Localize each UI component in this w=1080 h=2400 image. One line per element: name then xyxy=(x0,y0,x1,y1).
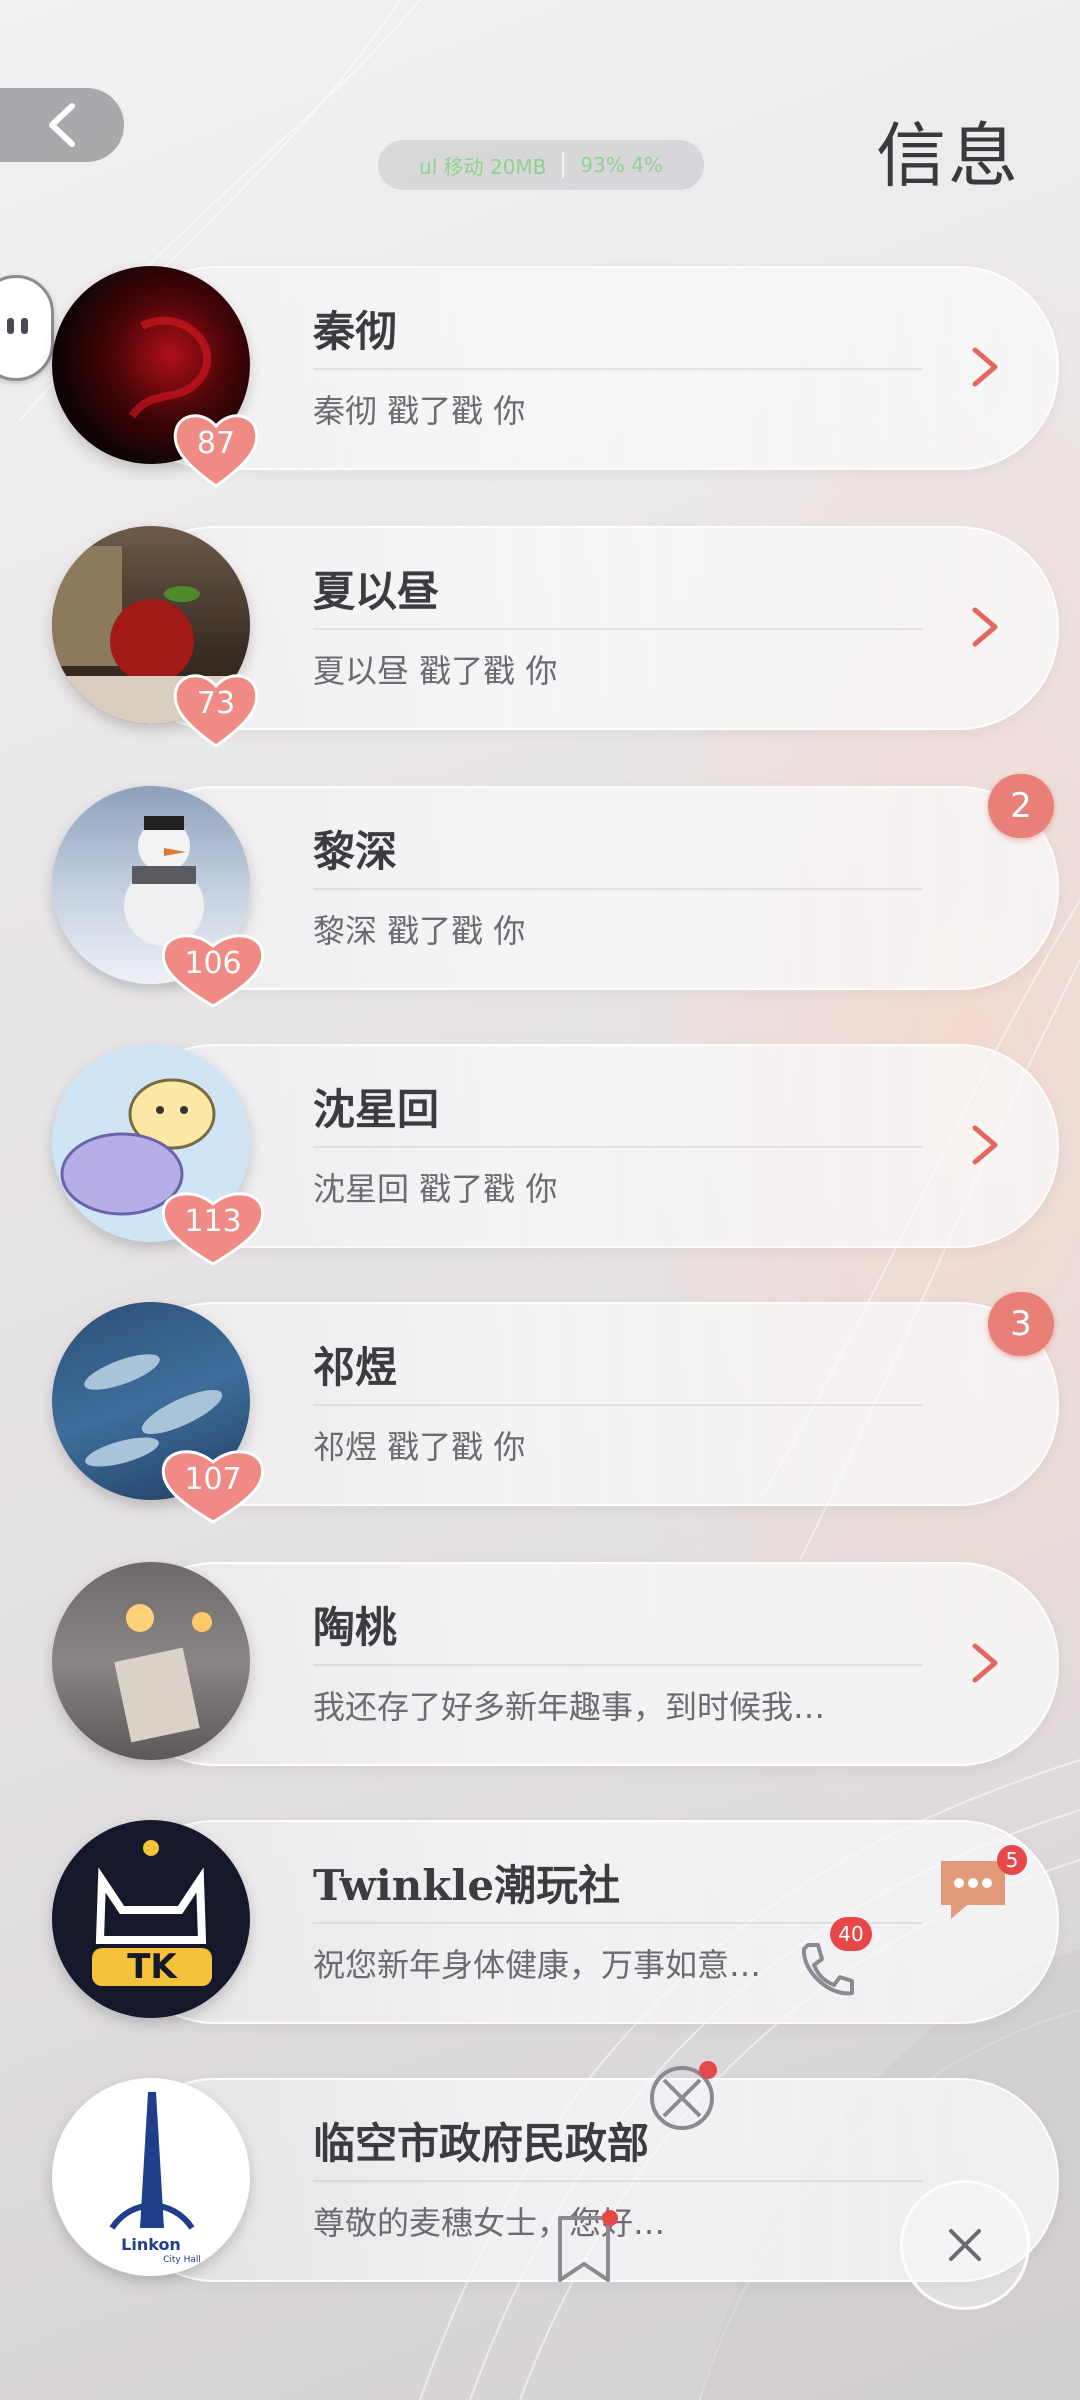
contact-name: 沈星回 xyxy=(313,1085,440,1134)
affinity-value: 87 xyxy=(196,426,236,461)
affinity-value: 73 xyxy=(196,686,236,721)
back-button[interactable] xyxy=(0,88,124,162)
contact-name: 秦彻 xyxy=(313,307,398,356)
side-drawer-handle[interactable] xyxy=(0,275,54,381)
affinity-value: 113 xyxy=(184,1204,242,1239)
conversation-row-twinkle[interactable]: Twinkle潮玩社 祝您新年身体健康，万事如意… xyxy=(115,1820,1059,2024)
message-preview: 黎深 戳了戳 你 xyxy=(313,912,526,950)
contact-name: 临空市政府民政部 xyxy=(313,2119,650,2168)
call-button[interactable]: 40 xyxy=(790,1917,872,2005)
chevron-right-icon xyxy=(972,1125,998,1165)
affinity-heart: 113 xyxy=(158,1188,268,1268)
moments-button[interactable] xyxy=(648,2060,720,2132)
chevron-right-icon xyxy=(972,607,998,647)
linkon-logo-text: Linkon xyxy=(121,2235,181,2254)
unread-badge: 2 xyxy=(988,774,1054,838)
close-menu-button[interactable] xyxy=(900,2180,1030,2310)
contact-name: Twinkle潮玩社 xyxy=(313,1861,621,1910)
avatar[interactable]: Linkon City Hall xyxy=(52,2078,250,2276)
bookmark-button[interactable] xyxy=(552,2210,622,2286)
contact-name: 夏以昼 xyxy=(313,567,440,616)
status-right: 93% 4% xyxy=(580,153,663,177)
svg-text:TK: TK xyxy=(127,1947,178,1987)
message-preview: 我还存了好多新年趣事，到时候我… xyxy=(313,1688,826,1726)
call-badge: 40 xyxy=(830,1917,872,1951)
aperture-icon xyxy=(650,2061,717,2130)
contact-name: 陶桃 xyxy=(313,1603,398,1652)
message-preview: 沈星回 戳了戳 你 xyxy=(313,1170,558,1208)
avatar[interactable]: TK xyxy=(52,1820,250,2018)
bookmark-icon xyxy=(558,2210,618,2282)
chevron-right-icon xyxy=(972,347,998,387)
affinity-heart: 106 xyxy=(158,930,268,1010)
conversation-row-taotao[interactable]: 陶桃 我还存了好多新年趣事，到时候我… xyxy=(115,1562,1059,1766)
chevron-right-icon xyxy=(972,1643,998,1683)
affinity-heart: 87 xyxy=(172,410,260,490)
chat-button[interactable]: 5 xyxy=(935,1845,1027,1925)
contact-name: 祁煜 xyxy=(313,1343,398,1392)
contact-name: 黎深 xyxy=(313,827,398,876)
affinity-heart: 73 xyxy=(172,670,260,750)
message-preview: 夏以昼 戳了戳 你 xyxy=(313,652,558,690)
message-preview: 祁煜 戳了戳 你 xyxy=(313,1428,526,1466)
message-preview: 祝您新年身体健康，万事如意… xyxy=(313,1946,762,1984)
affinity-heart: 107 xyxy=(158,1446,268,1526)
affinity-value: 107 xyxy=(184,1462,242,1497)
affinity-value: 106 xyxy=(184,946,242,981)
network-status-pill: ul 移动 20MB 93% 4% xyxy=(378,140,704,190)
chevron-left-icon xyxy=(49,103,75,147)
close-icon xyxy=(949,2229,981,2261)
linkon-logo-subtext: City Hall xyxy=(163,2255,201,2265)
unread-badge: 3 xyxy=(988,1292,1054,1356)
page-title: 信息 xyxy=(876,115,1020,197)
chat-badge: 5 xyxy=(997,1845,1027,1875)
avatar[interactable] xyxy=(52,1562,250,1760)
status-left: ul 移动 20MB xyxy=(419,154,547,179)
message-preview: 秦彻 戳了戳 你 xyxy=(313,392,526,430)
